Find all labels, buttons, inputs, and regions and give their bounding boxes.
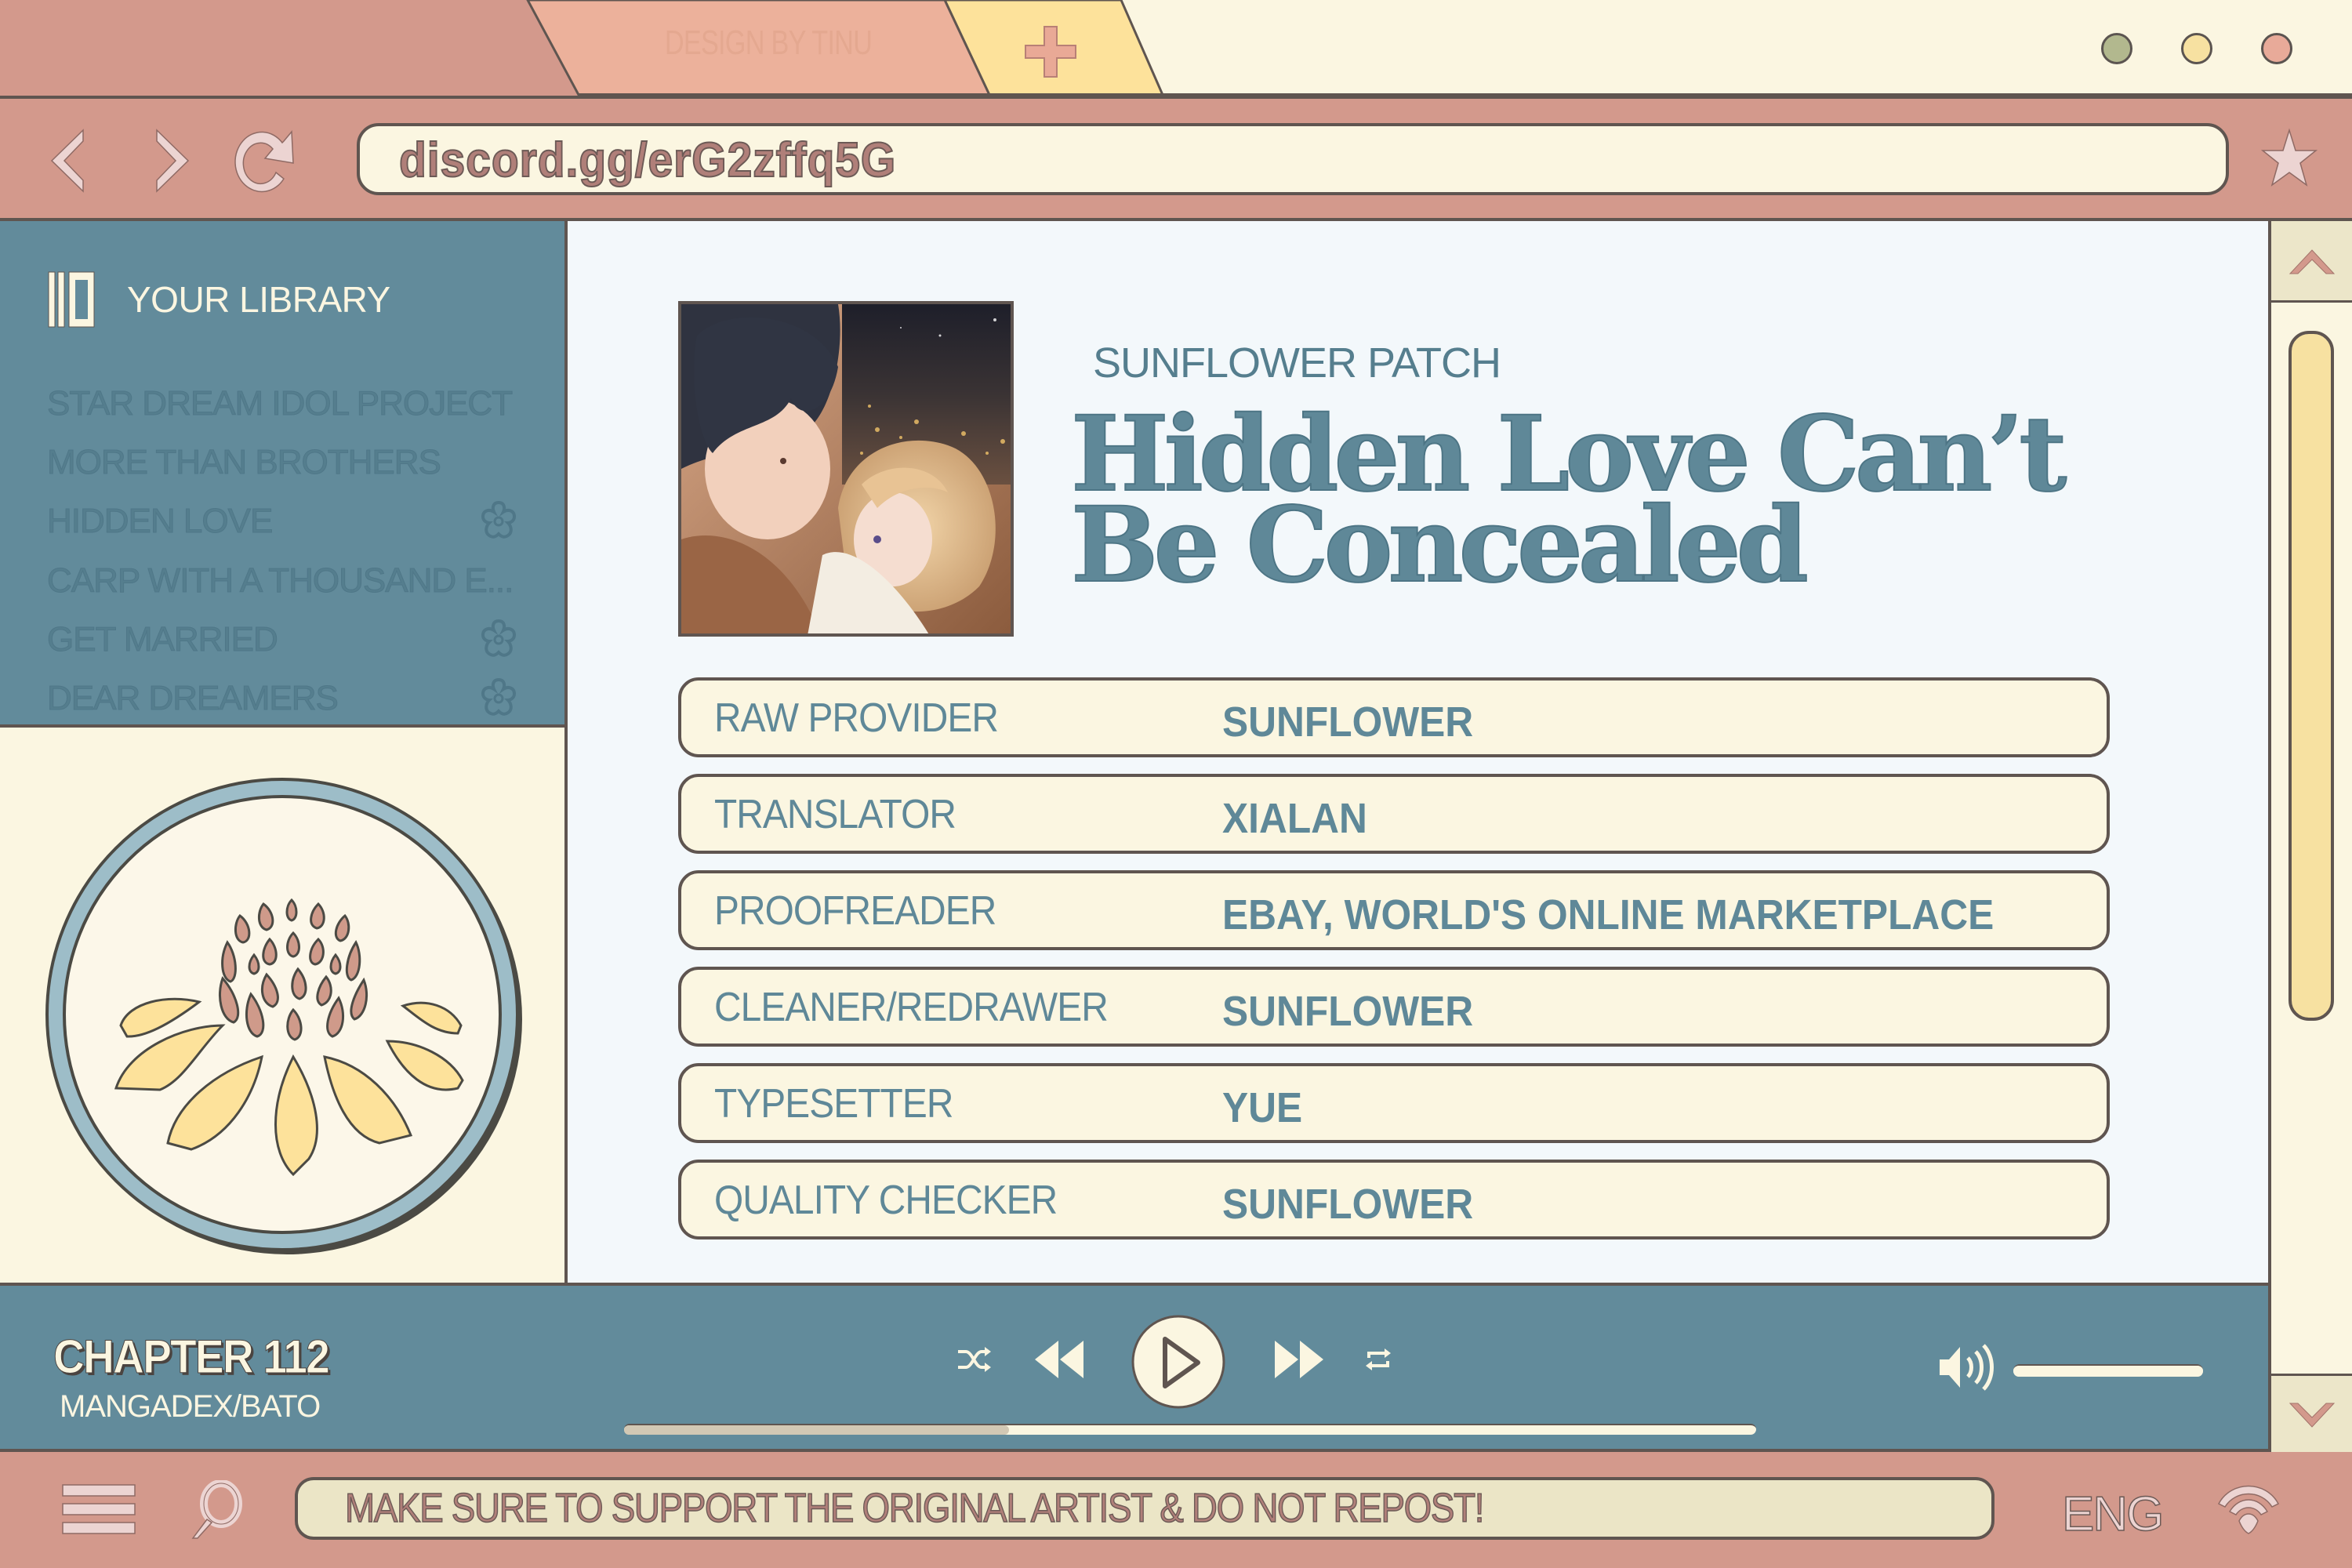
sidebar-item-dear-dreamers[interactable]: DEAR DREAMERS [47, 671, 517, 726]
tab-strip: DESIGN BY TINU [0, 0, 2352, 97]
flower-icon [481, 677, 517, 716]
sidebar-item-label: MORE THAN BROTHERS [47, 443, 442, 482]
credit-name: SUNFLOWER [1222, 699, 1474, 746]
scroll-thumb[interactable] [2288, 331, 2334, 1021]
credit-role: CLEANER/REDRAWER [714, 985, 1109, 1030]
bottom-bar: MAKE SURE TO SUPPORT THE ORIGINAL ARTIST… [0, 1452, 2352, 1568]
sidebar-item-label: DEAR DREAMERS [47, 679, 339, 718]
sidebar-item-label: HIDDEN LOVE [46, 502, 273, 541]
credit-row-quality-checker: QUALITY CHECKER SUNFLOWER [678, 1160, 2110, 1240]
sidebar-item-more-than-brothers[interactable]: MORE THAN BROTHERS [47, 435, 517, 490]
flower-icon [481, 619, 517, 657]
url-text: discord.gg/erG2zffq5G [398, 132, 897, 188]
notice-bar: MAKE SURE TO SUPPORT THE ORIGINAL ARTIST… [295, 1477, 1994, 1540]
chevron-left-icon [50, 129, 84, 193]
window-maximize-button[interactable] [2181, 33, 2212, 64]
scroll-down-button[interactable] [2271, 1374, 2352, 1455]
main-content: SUNFLOWER PATCH Hidden Love Can’t Be Con… [568, 218, 2268, 1283]
rewind-icon [1035, 1341, 1083, 1378]
cover-illustration [681, 304, 1011, 633]
sidebar-item-label: STAR DREAM IDOL PROJECT [46, 384, 513, 423]
scanlation-group-name: SUNFLOWER PATCH [1093, 339, 1501, 387]
sidebar-item-label: GET MARRIED [47, 620, 279, 659]
forward-button[interactable] [141, 125, 204, 196]
search-button[interactable] [185, 1479, 248, 1543]
credit-name: YUE [1222, 1084, 1303, 1131]
star-icon [2260, 128, 2318, 187]
credit-row-translator: TRANSLATOR XIALAN [678, 774, 2110, 854]
language-selector[interactable]: ENG [2061, 1486, 2165, 1542]
chapter-source: MANGADEX/BATO [60, 1389, 321, 1424]
sidebar-item-get-married[interactable]: GET MARRIED [47, 612, 517, 667]
credit-row-proofreader: PROOFREADER EBAY, WORLD'S ONLINE MARKETP… [678, 870, 2110, 950]
credit-name: SUNFLOWER [1222, 988, 1474, 1035]
library-sidebar: YOUR LIBRARY STAR DREAM IDOL PROJECT MOR… [0, 218, 568, 724]
bookmark-button[interactable] [2258, 127, 2321, 190]
reload-icon [234, 130, 294, 193]
window-close-button[interactable] [2261, 33, 2292, 64]
shuffle-button[interactable] [956, 1345, 991, 1377]
chevron-up-icon [2288, 249, 2335, 274]
chapter-title: CHAPTER 112 [53, 1330, 331, 1384]
fast-forward-icon [1275, 1341, 1323, 1378]
credit-row-cleaner-redrawer: CLEANER/REDRAWER SUNFLOWER [678, 967, 2110, 1047]
scroll-up-button[interactable] [2271, 221, 2352, 303]
credit-role: PROOFREADER [714, 888, 996, 934]
menu-button[interactable] [61, 1483, 136, 1538]
sunflower-logo-icon [45, 778, 522, 1254]
credit-row-raw-provider: RAW PROVIDER SUNFLOWER [678, 677, 2110, 757]
credit-name: EBAY, WORLD'S ONLINE MARKETPLACE [1222, 891, 1994, 938]
credit-row-typesetter: TYPESETTER YUE [678, 1063, 2110, 1143]
repeat-button[interactable] [1364, 1345, 1392, 1377]
library-header[interactable]: YOUR LIBRARY [47, 268, 390, 331]
library-title: YOUR LIBRARY [127, 279, 390, 320]
plus-icon [1025, 26, 1076, 78]
window-minimize-button[interactable] [2101, 33, 2132, 64]
volume-button[interactable] [1936, 1342, 1996, 1396]
wifi-icon [2217, 1485, 2280, 1534]
url-input[interactable]: discord.gg/erG2zffq5G [357, 123, 2229, 195]
new-tab-button[interactable] [1019, 20, 1082, 83]
shuffle-icon [958, 1347, 991, 1372]
fast-forward-button[interactable] [1272, 1338, 1327, 1385]
flower-icon [481, 500, 517, 539]
cover-art-image [678, 301, 1014, 637]
sidebar-item-star-dream-idol-project[interactable]: STAR DREAM IDOL PROJECT [46, 376, 517, 431]
chapter-progress-fill [624, 1425, 1009, 1435]
sidebar-item-label: CARP WITH A THOUSAND E... [46, 561, 514, 601]
chevron-right-icon [156, 129, 190, 193]
reload-button[interactable] [227, 125, 306, 196]
credit-role: TYPESETTER [714, 1081, 953, 1127]
chevron-down-icon [2288, 1403, 2335, 1428]
sidebar-item-hidden-love[interactable]: HIDDEN LOVE [46, 494, 517, 549]
play-icon [1131, 1315, 1225, 1409]
sidebar-item-carp-with-a-thousand[interactable]: CARP WITH A THOUSAND E... [46, 554, 517, 608]
notice-text: MAKE SURE TO SUPPORT THE ORIGINAL ARTIST… [344, 1485, 1485, 1532]
repeat-icon [1366, 1348, 1391, 1370]
chapter-progress-slider[interactable] [624, 1424, 1756, 1435]
hamburger-menu-icon [62, 1484, 136, 1534]
credit-name: SUNFLOWER [1222, 1181, 1474, 1228]
tab-shapes [526, 0, 2352, 96]
logo-panel [0, 724, 568, 1283]
play-button[interactable] [1131, 1314, 1226, 1413]
credit-role: RAW PROVIDER [714, 695, 999, 741]
credit-name: XIALAN [1222, 795, 1367, 842]
tab-design-by-tinu[interactable]: DESIGN BY TINU [646, 24, 891, 71]
vertical-scrollbar[interactable] [2268, 218, 2352, 1455]
player-bar: CHAPTER 112 MANGADEX/BATO [0, 1283, 2268, 1452]
back-button[interactable] [42, 125, 105, 196]
speaker-icon [1940, 1344, 1994, 1391]
library-icon [48, 271, 95, 328]
volume-fill [2013, 1366, 2203, 1377]
series-title: Hidden Love Can’t Be Concealed [1070, 402, 2169, 598]
credit-role: QUALITY CHECKER [714, 1178, 1058, 1223]
rewind-button[interactable] [1032, 1338, 1087, 1385]
wifi-button[interactable] [2216, 1480, 2281, 1538]
search-icon [191, 1479, 242, 1539]
volume-slider[interactable] [2013, 1364, 2203, 1377]
credit-role: TRANSLATOR [714, 792, 956, 837]
